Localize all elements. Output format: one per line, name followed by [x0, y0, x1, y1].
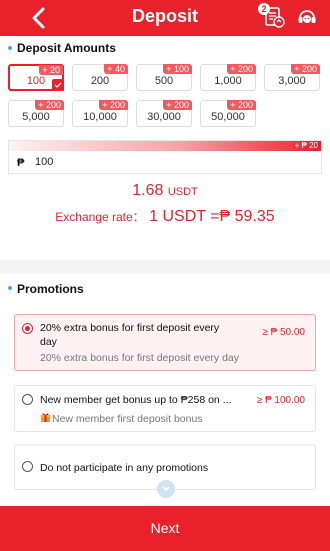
amount-chip[interactable]: + 200 10,000 — [72, 100, 128, 127]
next-button[interactable]: Next — [0, 506, 330, 551]
promotions-title: Promotions — [17, 282, 84, 296]
promotions-section: Promotions 20% extra bonus for first dep… — [0, 274, 330, 506]
scroll-down-icon[interactable] — [157, 480, 175, 498]
deposit-amounts-section: Deposit Amounts + 20 100 + 40 200 + 100 … — [0, 36, 330, 260]
amount-chip[interactable]: + 100 500 — [136, 64, 192, 91]
amount-input[interactable] — [35, 154, 235, 170]
amount-chip[interactable]: + 20 100 — [8, 64, 64, 91]
chip-value: 1,000 — [214, 75, 242, 87]
chip-value: 10,000 — [83, 111, 117, 123]
usdt-unit: USDT — [167, 186, 198, 198]
promotion-subtitle: 20% extra bonus for first deposit every … — [40, 352, 240, 364]
promotion-min-amount: ≥ ₱ 50.00 — [262, 327, 305, 338]
exchange-rate-label: Exchange rate： — [55, 210, 145, 224]
chip-value: 30,000 — [147, 111, 181, 123]
chip-bonus: + 40 — [104, 64, 128, 74]
radio-unselected[interactable] — [22, 461, 33, 472]
check-icon — [52, 79, 64, 91]
usdt-value: 1.68 — [132, 182, 164, 199]
chip-value: 200 — [90, 75, 110, 87]
exchange-rate: Exchange rate： 1 USDT =₱ 59.35 — [0, 208, 330, 226]
chip-bonus: + 200 — [227, 100, 256, 110]
chip-value: 500 — [154, 75, 174, 87]
radio-selected[interactable] — [22, 323, 33, 334]
promotion-option[interactable]: 20% extra bonus for first deposit every … — [14, 314, 316, 371]
chip-bonus: + 200 — [291, 64, 320, 74]
promotion-option[interactable]: New member get bonus up to ₱258 on ... ≥… — [14, 385, 316, 432]
input-bonus-bar: + ₱ 20 — [9, 141, 321, 151]
amount-input-box[interactable]: + ₱ 20 ₱ — [8, 140, 322, 174]
chip-value: 5,000 — [22, 111, 50, 123]
amount-chip[interactable]: + 200 3,000 — [264, 64, 320, 91]
section-dot — [8, 286, 12, 290]
deposit-amounts-title: Deposit Amounts — [17, 41, 116, 55]
notification-badge: 2 — [258, 3, 270, 15]
radio-unselected[interactable] — [22, 394, 33, 405]
usdt-amount: 1.68 USDT — [0, 182, 330, 200]
gift-icon — [40, 413, 51, 422]
chip-value: 50,000 — [211, 111, 245, 123]
chip-bonus: + 200 — [163, 100, 192, 110]
promotion-title: 20% extra bonus for first deposit every … — [40, 322, 220, 348]
chip-bonus: + 200 — [35, 100, 64, 110]
chip-bonus: + 100 — [163, 64, 192, 74]
promotion-title: New member get bonus up to ₱258 on ... — [40, 394, 232, 406]
customer-service-icon[interactable] — [296, 6, 318, 28]
amount-chip[interactable]: + 200 50,000 — [200, 100, 256, 127]
exchange-rate-value: 1 USDT =₱ 59.35 — [149, 208, 275, 225]
amount-chip[interactable]: + 40 200 — [72, 64, 128, 91]
amount-chip[interactable]: + 200 30,000 — [136, 100, 192, 127]
amount-chip[interactable]: + 200 5,000 — [8, 100, 64, 127]
chip-bonus: + 20 — [39, 65, 63, 75]
chip-value: 3,000 — [278, 75, 306, 87]
app-header: Deposit 2 — [0, 0, 330, 36]
peso-icon: ₱ — [17, 157, 25, 169]
chip-bonus: + 200 — [227, 64, 256, 74]
promotion-subtitle: New member first deposit bonus — [52, 413, 203, 425]
section-dot — [8, 46, 12, 50]
promotion-min-amount: ≥ ₱ 100.00 — [256, 395, 305, 406]
chip-bonus: + 200 — [99, 100, 128, 110]
input-bonus-label: + ₱ 20 — [294, 141, 318, 150]
promotion-title: Do not participate in any promotions — [40, 462, 209, 474]
amount-chip[interactable]: + 200 1,000 — [200, 64, 256, 91]
